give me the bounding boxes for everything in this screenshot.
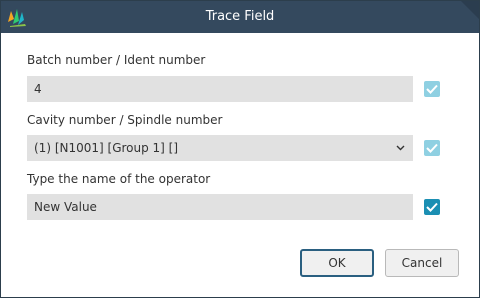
- cavity-number-label: Cavity number / Spindle number: [27, 113, 223, 127]
- ok-button[interactable]: OK: [300, 249, 374, 277]
- cavity-number-select[interactable]: (1) [N1001] [Group 1] []: [27, 135, 413, 161]
- checkmark-icon: [426, 143, 438, 153]
- operator-name-label: Type the name of the operator: [27, 172, 211, 186]
- dialog-content: Batch number / Ident number 4 Cavity num…: [1, 34, 479, 297]
- cavity-number-selected-value: (1) [N1001] [Group 1] []: [34, 141, 179, 155]
- cancel-button[interactable]: Cancel: [385, 249, 459, 277]
- cavity-number-checkbox: [424, 140, 440, 156]
- window-corner-decoration: [461, 1, 479, 19]
- batch-number-field: 4: [27, 76, 413, 102]
- trace-field-dialog: Trace Field Batch number / Ident number …: [0, 0, 480, 298]
- chevron-down-icon[interactable]: [396, 144, 405, 152]
- operator-name-input[interactable]: New Value: [27, 194, 413, 220]
- title-bar[interactable]: Trace Field: [1, 1, 479, 33]
- operator-name-checkbox[interactable]: [424, 199, 440, 215]
- batch-number-label: Batch number / Ident number: [27, 53, 206, 67]
- checkmark-icon: [426, 202, 438, 212]
- batch-number-checkbox: [424, 81, 440, 97]
- dialog-title: Trace Field: [205, 9, 275, 24]
- checkmark-icon: [426, 84, 438, 94]
